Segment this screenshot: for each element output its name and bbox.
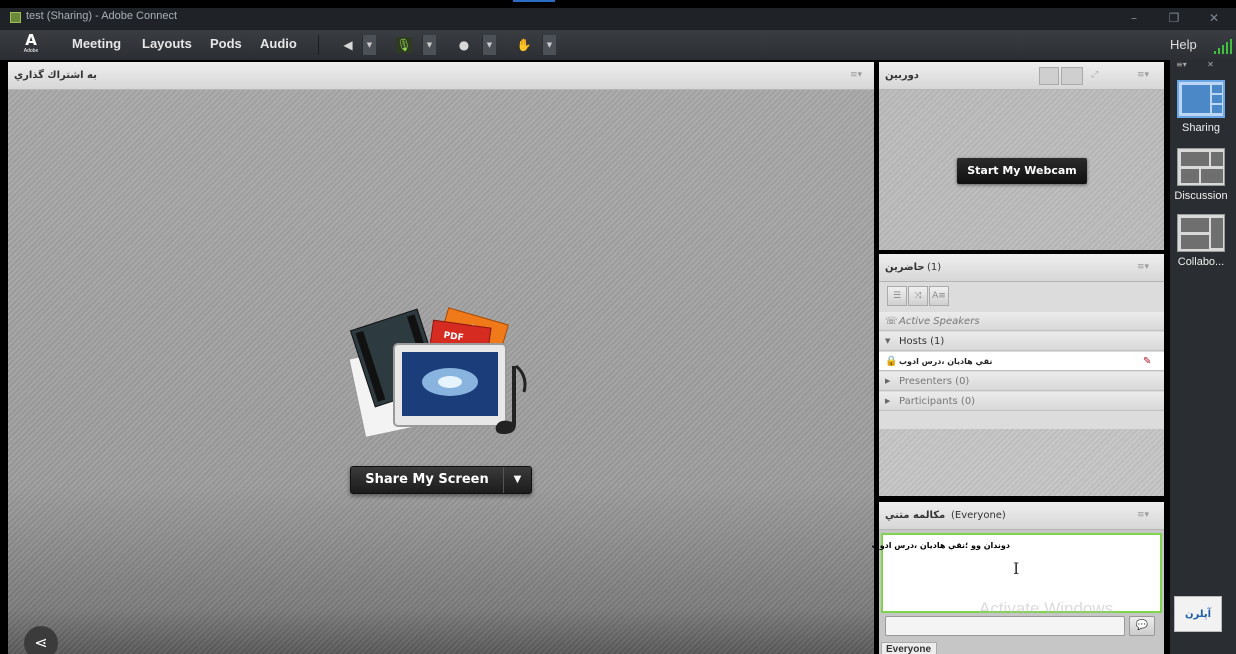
microphone-button[interactable]: 🎙 ▼ xyxy=(392,35,436,55)
chat-message-log[interactable]: دوندان وو ؛نقي هاديان ،درس ادوب I Activa… xyxy=(872,533,1162,618)
filmstrip-view-icon[interactable] xyxy=(1061,67,1083,85)
window-title: test (Sharing) - Adobe Connect xyxy=(26,10,178,22)
layouts-bar-controls[interactable]: ≡▾ ✕ xyxy=(1176,60,1236,72)
window-title-bar: test (Sharing) - Adobe Connect – ❐ ✕ xyxy=(0,0,1236,30)
fullscreen-icon[interactable]: ⤢ xyxy=(1091,70,1098,80)
camera-pod-header: دوربين ⤢ ≡▾ xyxy=(879,62,1164,90)
share-pod: به اشتراك گذاري ≡▾ PPT PDF xyxy=(8,62,874,654)
participants-group[interactable]: ▶ Participants (0) xyxy=(879,392,1164,411)
minimize-icon[interactable]: – xyxy=(1124,8,1144,28)
camera-pod: دوربين ⤢ ≡▾ Start My Webcam xyxy=(879,62,1164,250)
active-speakers-row[interactable]: ☏ Active Speakers xyxy=(879,312,1164,331)
corner-brand-logo: آپلرن xyxy=(1174,596,1222,632)
chat-pod-header: مكالمه متني (Everyone) ≡▾ xyxy=(879,502,1164,530)
breakout-view-icon[interactable]: ⤨ xyxy=(908,286,928,306)
raise-hand-button[interactable]: ✋ ▼ xyxy=(512,35,556,55)
taskbar-indicator xyxy=(513,0,555,2)
chat-message: دوندان وو ؛نقي هاديان ،درس ادوب xyxy=(871,541,1010,550)
start-webcam-button[interactable]: Start My Webcam xyxy=(957,158,1087,184)
pod-options-icon[interactable]: ≡▾ xyxy=(1137,70,1149,80)
list-view-icon[interactable]: ☰ xyxy=(887,286,907,306)
microphone-dropdown-icon[interactable]: ▼ xyxy=(422,35,436,55)
text-cursor-icon: I xyxy=(1013,559,1020,578)
menu-meeting[interactable]: Meeting xyxy=(72,36,121,51)
webcam-dropdown-icon[interactable]: ▼ xyxy=(482,35,496,55)
speaker-dropdown-icon[interactable]: ▼ xyxy=(362,35,376,55)
chat-pod-title: مكالمه متني xyxy=(885,510,946,521)
signal-bars-icon xyxy=(1214,38,1232,54)
hosts-group[interactable]: ▼ Hosts (1) xyxy=(879,332,1164,351)
speaker-icon: ◀ xyxy=(343,38,353,52)
layout-sharing[interactable]: Sharing xyxy=(1170,80,1232,134)
adobe-logo: A Adobe xyxy=(23,31,39,54)
layouts-bar: ≡▾ ✕ Sharing Discussion Collabo... xyxy=(1170,60,1236,654)
speaker-button[interactable]: ◀ ▼ xyxy=(336,35,376,55)
mic-muted-icon: ✎ xyxy=(1143,356,1152,367)
chat-pod: مكالمه متني (Everyone) ≡▾ دوندان وو ؛نقي… xyxy=(872,502,1164,654)
raise-hand-dropdown-icon[interactable]: ▼ xyxy=(542,35,556,55)
sort-icon[interactable]: A≡ xyxy=(929,286,949,306)
attendee-row[interactable]: 🔒 نقي هاديان ،درس ادوب ✎ xyxy=(879,352,1164,371)
chat-scope: (Everyone) xyxy=(951,510,1006,521)
layout-discussion[interactable]: Discussion xyxy=(1170,148,1232,202)
grid-view-icon[interactable] xyxy=(1039,67,1059,85)
layout-discussion-icon xyxy=(1177,148,1225,186)
menu-audio[interactable]: Audio xyxy=(260,36,297,51)
restore-icon[interactable]: ❐ xyxy=(1164,8,1184,28)
send-message-icon[interactable]: 💬 xyxy=(1129,616,1155,636)
share-icon[interactable]: ⋖ xyxy=(24,626,58,654)
host-lock-icon: 🔒 xyxy=(885,356,898,367)
attendees-pod-body: ☰ ⤨ A≡ ☏ Active Speakers ▼ Hosts (1) 🔒 نقي… xyxy=(879,282,1164,496)
caret-down-icon[interactable]: ▼ xyxy=(503,467,531,493)
menu-layouts[interactable]: Layouts xyxy=(142,36,192,51)
attendee-empty-area xyxy=(879,429,1164,496)
camera-pod-title: دوربين xyxy=(885,70,919,81)
pod-options-icon[interactable]: ≡▾ xyxy=(1137,262,1149,272)
webcam-icon: ● xyxy=(458,38,470,52)
menu-pods[interactable]: Pods xyxy=(210,36,242,51)
layout-collaboration[interactable]: Collabo... xyxy=(1170,214,1232,268)
raise-hand-icon: ✋ xyxy=(516,38,532,52)
presenters-group[interactable]: ▶ Presenters (0) xyxy=(879,372,1164,391)
chat-pod-body: دوندان وو ؛نقي هاديان ،درس ادوب I Activa… xyxy=(872,530,1164,654)
webcam-button[interactable]: ● ▼ xyxy=(452,35,496,55)
share-my-screen-label: Share My Screen xyxy=(365,472,489,487)
attendee-count: (1) xyxy=(927,262,942,273)
layout-collaboration-icon xyxy=(1177,214,1225,252)
app-icon xyxy=(10,12,21,23)
pod-options-icon[interactable]: ≡▾ xyxy=(850,70,862,80)
help-menu[interactable]: Help xyxy=(1170,37,1197,52)
share-pod-header: به اشتراك گذاري ≡▾ xyxy=(8,62,874,90)
attendees-pod-title: حاضرين xyxy=(885,262,925,273)
share-media-icon: PPT PDF xyxy=(348,307,527,438)
expand-down-icon: ▼ xyxy=(885,337,891,345)
share-pod-body: PPT PDF Share My Screen ▼ ⋖ xyxy=(8,90,874,654)
share-pod-title: به اشتراك گذاري xyxy=(14,70,97,81)
menu-separator xyxy=(318,35,319,55)
microphone-icon: 🎙 xyxy=(396,37,412,53)
attendees-pod-header: حاضرين (1) ≡▾ xyxy=(879,254,1164,282)
camera-pod-body: Start My Webcam xyxy=(879,90,1164,250)
attendees-pod: حاضرين (1) ≡▾ ☰ ⤨ A≡ ☏ Active Speakers ▼ H… xyxy=(879,254,1164,496)
close-icon[interactable]: ✕ xyxy=(1204,8,1224,28)
expand-right-icon: ▶ xyxy=(885,397,891,405)
layout-sharing-icon xyxy=(1177,80,1225,118)
phone-icon: ☏ xyxy=(885,316,898,327)
chat-tab-everyone[interactable]: Everyone xyxy=(881,642,937,654)
pod-options-icon[interactable]: ≡▾ xyxy=(1137,510,1149,520)
share-my-screen-button[interactable]: Share My Screen ▼ xyxy=(350,466,532,494)
chat-input[interactable] xyxy=(885,616,1125,636)
attendee-view-toolbar: ☰ ⤨ A≡ xyxy=(887,286,950,308)
menu-bar: A Adobe Meeting Layouts Pods Audio ◀ ▼ 🎙… xyxy=(0,30,1236,60)
expand-right-icon: ▶ xyxy=(885,377,891,385)
